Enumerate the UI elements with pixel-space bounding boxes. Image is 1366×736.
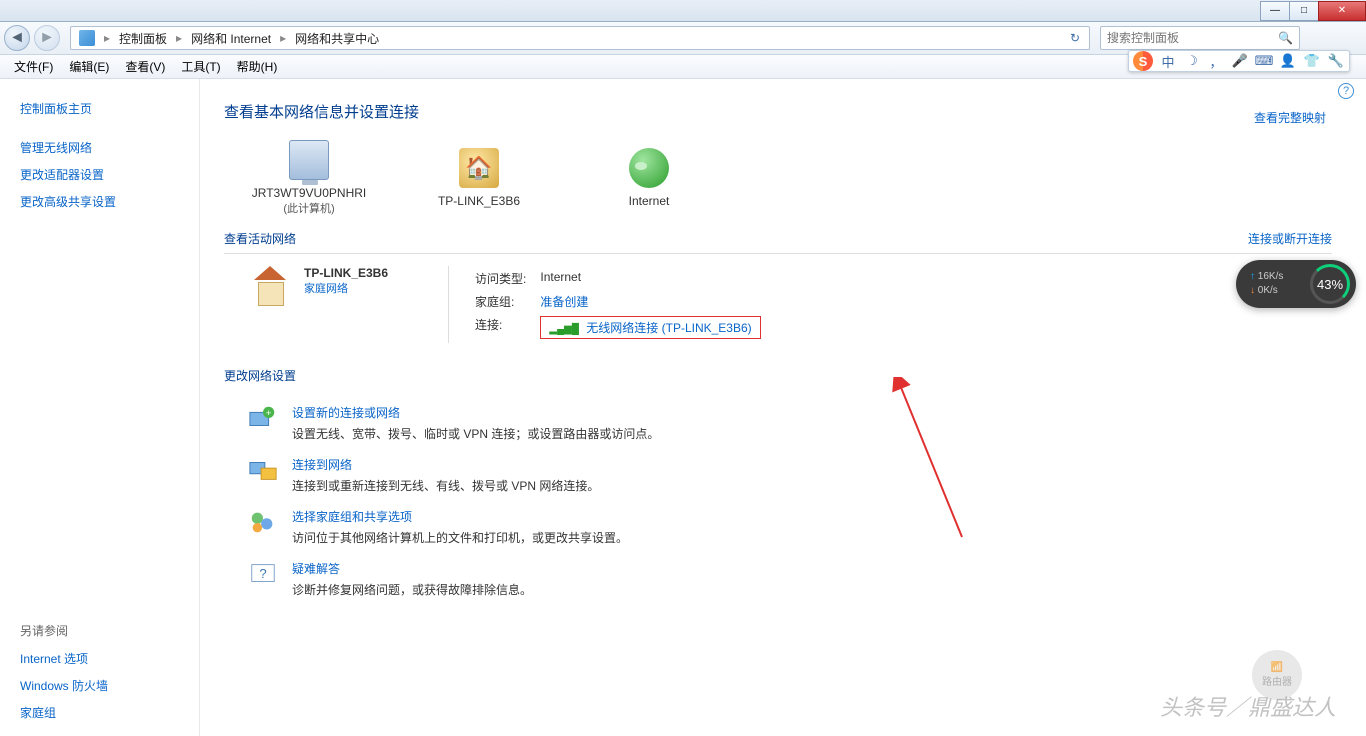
ime-settings-icon[interactable]: 🔧	[1327, 52, 1345, 70]
active-networks-heading: 查看活动网络	[224, 230, 1248, 247]
chevron-right-icon: ▸	[171, 31, 187, 45]
breadcrumb[interactable]: ▸ 控制面板 ▸ 网络和 Internet ▸ 网络和共享中心 ↻	[70, 26, 1090, 50]
back-button[interactable]: ◄	[4, 25, 30, 51]
ime-punct-icon[interactable]: ，	[1207, 52, 1225, 70]
home-network-icon	[248, 266, 292, 306]
sidebar-item-wireless[interactable]: 管理无线网络	[20, 134, 189, 161]
view-full-map-link[interactable]: 查看完整映射	[1254, 109, 1326, 126]
menu-edit[interactable]: 编辑(E)	[61, 55, 117, 78]
see-also-homegroup[interactable]: 家庭组	[20, 699, 189, 726]
connection-highlight-box: ▂▄▆█ 无线网络连接 (TP-LINK_E3B6)	[540, 316, 760, 339]
computer-icon	[289, 140, 329, 180]
chevron-right-icon: ▸	[275, 31, 291, 45]
active-network-type[interactable]: 家庭网络	[304, 280, 388, 296]
connection-key: 连接:	[475, 314, 538, 341]
menu-view[interactable]: 查看(V)	[117, 55, 173, 78]
connect-disconnect-link[interactable]: 连接或断开连接	[1248, 230, 1332, 247]
connect-to-network-desc: 连接到或重新连接到无线、有线、拨号或 VPN 网络连接。	[292, 477, 599, 494]
download-arrow-icon: ↓	[1250, 285, 1255, 296]
menu-file[interactable]: 文件(F)	[6, 55, 61, 78]
refresh-icon[interactable]: ↻	[1065, 31, 1085, 45]
sidebar-home[interactable]: 控制面板主页	[20, 95, 189, 122]
homegroup-icon	[248, 508, 278, 536]
maximize-button[interactable]: □	[1289, 1, 1319, 21]
homegroup-key: 家庭组:	[475, 291, 538, 312]
breadcrumb-sharing-center[interactable]: 网络和共享中心	[291, 28, 383, 49]
speed-widget[interactable]: ↑ 16K/s ↓ 0K/s 43%	[1236, 260, 1356, 308]
troubleshoot-link[interactable]: 疑难解答	[292, 560, 532, 577]
access-type-value: Internet	[540, 268, 772, 289]
see-also-heading: 另请参阅	[20, 622, 189, 639]
chevron-right-icon: ▸	[99, 31, 115, 45]
node-pc-label: JRT3WT9VU0PNHRI	[224, 186, 394, 200]
connect-to-network-link[interactable]: 连接到网络	[292, 456, 599, 473]
node-pc-sublabel: (此计算机)	[224, 200, 394, 216]
upload-speed: 16K/s	[1258, 271, 1284, 282]
globe-icon	[629, 148, 669, 188]
ime-mic-icon[interactable]: 🎤	[1231, 52, 1249, 70]
see-also-firewall[interactable]: Windows 防火墙	[20, 672, 189, 699]
download-speed: 0K/s	[1258, 285, 1278, 296]
troubleshoot-icon: ?	[248, 560, 278, 588]
sidebar: 控制面板主页 管理无线网络 更改适配器设置 更改高级共享设置 另请参阅 Inte…	[0, 79, 200, 736]
change-settings-heading: 更改网络设置	[224, 367, 1332, 384]
close-button[interactable]: ✕	[1318, 1, 1366, 21]
node-router-label: TP-LINK_E3B6	[394, 194, 564, 208]
ime-lang-button[interactable]: 中	[1159, 52, 1177, 70]
ime-moon-icon[interactable]: ☽	[1183, 52, 1201, 70]
forward-button[interactable]: ►	[34, 25, 60, 51]
router-icon	[459, 148, 499, 188]
ime-skin-icon[interactable]: 👕	[1303, 52, 1321, 70]
network-map: JRT3WT9VU0PNHRI (此计算机) TP-LINK_E3B6 Inte…	[224, 140, 1332, 216]
new-connection-icon: +	[248, 404, 278, 432]
search-icon[interactable]: 🔍	[1278, 31, 1293, 45]
search-input[interactable]	[1107, 31, 1278, 45]
main-content: 查看基本网络信息并设置连接 查看完整映射 JRT3WT9VU0PNHRI (此计…	[200, 79, 1366, 736]
active-network-name: TP-LINK_E3B6	[304, 266, 388, 280]
connect-network-icon	[248, 456, 278, 484]
svg-text:?: ?	[259, 566, 266, 581]
setup-new-connection-desc: 设置无线、宽带、拨号、临时或 VPN 连接；或设置路由器或访问点。	[292, 425, 659, 442]
ime-toolbar[interactable]: S 中 ☽ ， 🎤 ⌨ 👤 👕 🔧	[1128, 50, 1350, 72]
sogou-icon[interactable]: S	[1133, 51, 1153, 71]
menu-help[interactable]: 帮助(H)	[229, 55, 286, 78]
access-type-key: 访问类型:	[475, 268, 538, 289]
sidebar-item-adapter[interactable]: 更改适配器设置	[20, 161, 189, 188]
speed-percent: 43%	[1310, 264, 1350, 304]
sidebar-item-sharing[interactable]: 更改高级共享设置	[20, 188, 189, 215]
menu-tools[interactable]: 工具(T)	[173, 55, 228, 78]
homegroup-sharing-desc: 访问位于其他网络计算机上的文件和打印机，或更改共享设置。	[292, 529, 628, 546]
minimize-button[interactable]: —	[1260, 1, 1290, 21]
wireless-connection-link[interactable]: 无线网络连接 (TP-LINK_E3B6)	[586, 321, 751, 335]
node-internet-label: Internet	[564, 194, 734, 208]
search-box[interactable]: 🔍	[1100, 26, 1300, 50]
setup-new-connection-link[interactable]: 设置新的连接或网络	[292, 404, 659, 421]
ime-user-icon[interactable]: 👤	[1279, 52, 1297, 70]
watermark-text: 头条号／鼎盛达人	[1160, 690, 1336, 722]
breadcrumb-network-internet[interactable]: 网络和 Internet	[187, 28, 275, 49]
svg-text:+: +	[266, 408, 271, 418]
see-also-internet-options[interactable]: Internet 选项	[20, 645, 189, 672]
troubleshoot-desc: 诊断并修复网络问题，或获得故障排除信息。	[292, 581, 532, 598]
breadcrumb-control-panel[interactable]: 控制面板	[115, 28, 171, 49]
window-titlebar: — □ ✕	[0, 0, 1366, 22]
signal-icon: ▂▄▆█	[549, 324, 579, 335]
homegroup-link[interactable]: 准备创建	[540, 295, 588, 309]
ime-keyboard-icon[interactable]: ⌨	[1255, 52, 1273, 70]
homegroup-sharing-link[interactable]: 选择家庭组和共享选项	[292, 508, 628, 525]
control-panel-icon	[79, 30, 95, 46]
page-title: 查看基本网络信息并设置连接	[224, 101, 1332, 122]
upload-arrow-icon: ↑	[1250, 271, 1255, 282]
